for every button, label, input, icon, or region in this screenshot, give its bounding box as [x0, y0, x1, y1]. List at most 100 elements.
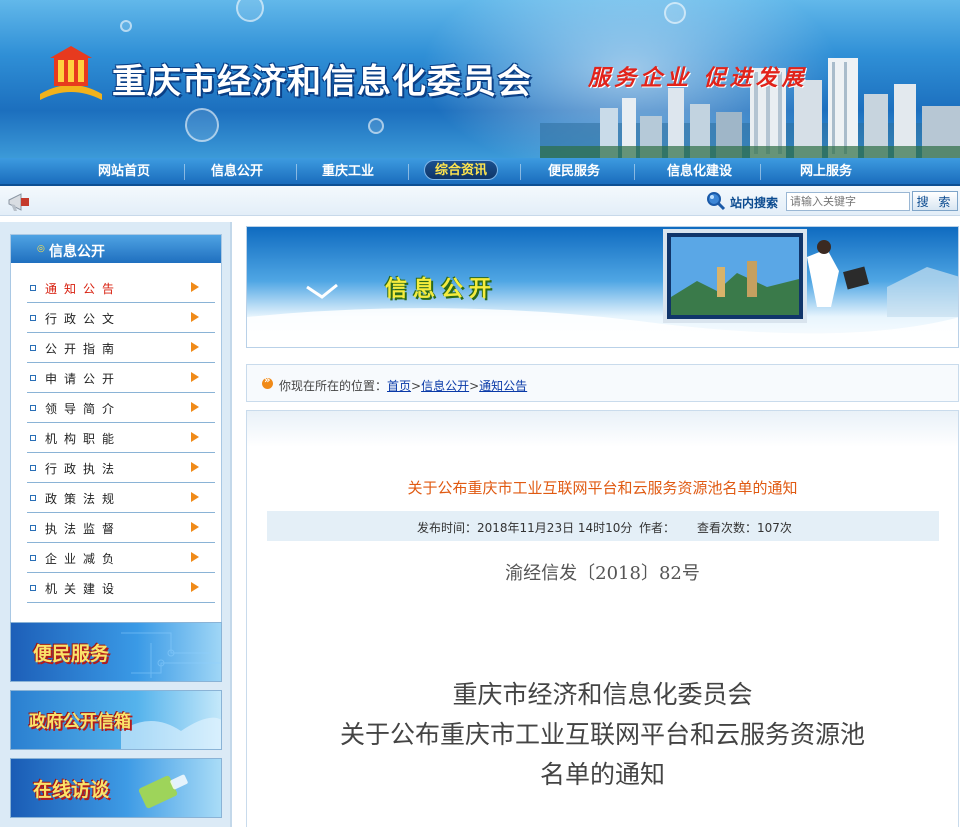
- arrow-right-icon: [191, 372, 199, 382]
- sidebar-title: 信息公开: [49, 244, 105, 260]
- sidebar-item-label: 行政公文: [45, 312, 122, 326]
- banner-scenery-image: [247, 229, 958, 347]
- breadcrumb-separator: >: [469, 379, 480, 393]
- square-bullet-icon: [30, 585, 36, 591]
- square-bullet-icon: [30, 525, 36, 531]
- sidebar-item-supervision[interactable]: 执法监督: [27, 513, 215, 543]
- sidebar-item-label: 执法监督: [45, 522, 122, 536]
- square-bullet-icon: [30, 435, 36, 441]
- arrow-right-icon: [191, 432, 199, 442]
- breadcrumb-bar: 你现在所在的位置：首页>信息公开>通知公告: [246, 364, 959, 402]
- sidebar-item-label: 通知公告: [45, 282, 122, 296]
- sidebar-item-policies[interactable]: 政策法规: [27, 483, 215, 513]
- nav-separator: [634, 164, 635, 180]
- author-label: 作者：: [639, 521, 676, 535]
- square-bullet-icon: [30, 285, 36, 291]
- promo-label: 政府公开信箱: [29, 712, 131, 732]
- sidebar-item-notices[interactable]: 通知公告: [27, 273, 215, 303]
- nav-separator: [520, 164, 521, 180]
- square-bullet-icon: [30, 405, 36, 411]
- nav-item-informatization[interactable]: 信息化建设: [667, 158, 732, 186]
- sidebar-item-label: 企业减负: [45, 552, 122, 566]
- arrow-right-icon: [191, 312, 199, 322]
- sidebar-item-admin-documents[interactable]: 行政公文: [27, 303, 215, 333]
- search-input[interactable]: [786, 192, 910, 211]
- breadcrumb-link-notices[interactable]: 通知公告: [479, 379, 527, 393]
- search-label: 站内搜索: [730, 196, 779, 210]
- square-bullet-icon: [30, 465, 36, 471]
- sidebar-item-request-disclosure[interactable]: 申请公开: [27, 363, 215, 393]
- promo-label: 在线访谈: [33, 779, 110, 801]
- square-bullet-icon: [30, 555, 36, 561]
- section-banner: 信息公开: [246, 226, 959, 348]
- sidebar-item-organ-building[interactable]: 机关建设: [27, 573, 215, 603]
- article-meta: 发布时间：2018年11月23日 14时10分 作者： 查看次数：107次: [267, 511, 939, 541]
- sidebar-item-label: 机关建设: [45, 582, 122, 596]
- sidebar-list: 通知公告 行政公文 公开指南 申请公开 领导简介 机构职能 行政执法 政策法规 …: [27, 273, 215, 603]
- bullet-icon: ◎: [37, 244, 45, 254]
- sidebar-item-leaders[interactable]: 领导简介: [27, 393, 215, 423]
- city-skyline-image: [540, 58, 960, 158]
- nav-item-home[interactable]: 网站首页: [98, 158, 150, 186]
- nav-item-public-services[interactable]: 便民服务: [548, 158, 600, 186]
- search-button[interactable]: 搜 索: [912, 191, 958, 211]
- nav-item-chongqing-industry[interactable]: 重庆工业: [322, 158, 374, 186]
- promo-label: 便民服务: [33, 643, 110, 665]
- bubble-decoration: [185, 108, 219, 142]
- arrow-right-icon: [191, 522, 199, 532]
- sidebar-item-burden-reduction[interactable]: 企业减负: [27, 543, 215, 573]
- nav-item-info-disclosure[interactable]: 信息公开: [211, 158, 263, 186]
- sidebar-header: ◎ 信息公开: [11, 235, 221, 263]
- bubble-decoration: [664, 2, 686, 24]
- site-header: 重庆市经济和信息化委员会 服务企业 促进发展: [0, 0, 960, 158]
- breadcrumb-arrow-icon: [262, 375, 273, 389]
- header-slogan: 服务企业 促进发展: [588, 65, 808, 91]
- sidebar-item-label: 申请公开: [45, 372, 122, 386]
- publish-time: 发布时间：2018年11月23日 14时10分: [417, 521, 633, 535]
- sidebar-item-label: 公开指南: [45, 342, 122, 356]
- breadcrumb-link-info-disclosure[interactable]: 信息公开: [421, 379, 469, 393]
- site-title: 重庆市经济和信息化委员会: [112, 62, 532, 102]
- square-bullet-icon: [30, 315, 36, 321]
- sidebar: ◎ 信息公开 通知公告 行政公文 公开指南 申请公开 领导简介 机构职能 行政执…: [0, 222, 232, 827]
- promo-online-interview[interactable]: 在线访谈: [10, 758, 222, 818]
- document-number: 渝经信发〔2018〕82号: [505, 563, 700, 584]
- article-topbar: [247, 411, 958, 447]
- arrow-right-icon: [191, 342, 199, 352]
- sidebar-item-label: 机构职能: [45, 432, 122, 446]
- square-bullet-icon: [30, 345, 36, 351]
- breadcrumb-separator: >: [411, 379, 422, 393]
- nav-separator: [184, 164, 185, 180]
- promo-government-mailbox[interactable]: 政府公开信箱: [10, 690, 222, 750]
- view-count: 查看次数：107次: [697, 521, 792, 535]
- arrow-right-icon: [191, 282, 199, 292]
- promo-public-services[interactable]: 便民服务: [10, 622, 222, 682]
- bubble-decoration: [236, 0, 264, 22]
- breadcrumb: 你现在所在的位置：首页>信息公开>通知公告: [279, 377, 527, 394]
- main-nav: 网站首页 信息公开 重庆工业 综合资讯 便民服务 信息化建设 网上服务: [0, 158, 960, 186]
- square-bullet-icon: [30, 495, 36, 501]
- arrow-right-icon: [191, 582, 199, 592]
- nav-separator: [408, 164, 409, 180]
- nav-separator: [760, 164, 761, 180]
- bubble-decoration: [120, 20, 132, 32]
- sidebar-item-label: 行政执法: [45, 462, 122, 476]
- bubble-decoration: [368, 118, 384, 134]
- sidebar-item-disclosure-guide[interactable]: 公开指南: [27, 333, 215, 363]
- nav-item-online-services[interactable]: 网上服务: [800, 158, 852, 186]
- breadcrumb-prefix: 你现在所在的位置：: [279, 379, 388, 393]
- megaphone-icon: [8, 193, 29, 211]
- nav-item-news[interactable]: 综合资讯: [424, 160, 499, 180]
- square-bullet-icon: [30, 375, 36, 381]
- government-logo-icon: [40, 46, 102, 100]
- sidebar-item-law-enforcement[interactable]: 行政执法: [27, 453, 215, 483]
- arrow-right-icon: [191, 462, 199, 472]
- article-title: 关于公布重庆市工业互联网平台和云服务资源池名单的通知: [407, 479, 798, 497]
- arrow-right-icon: [191, 492, 199, 502]
- article-heading-line: 名单的通知: [539, 760, 665, 789]
- arrow-right-icon: [191, 402, 199, 412]
- sidebar-item-functions[interactable]: 机构职能: [27, 423, 215, 453]
- nav-separator: [296, 164, 297, 180]
- search-icon: [707, 192, 726, 211]
- breadcrumb-link-home[interactable]: 首页: [387, 379, 411, 393]
